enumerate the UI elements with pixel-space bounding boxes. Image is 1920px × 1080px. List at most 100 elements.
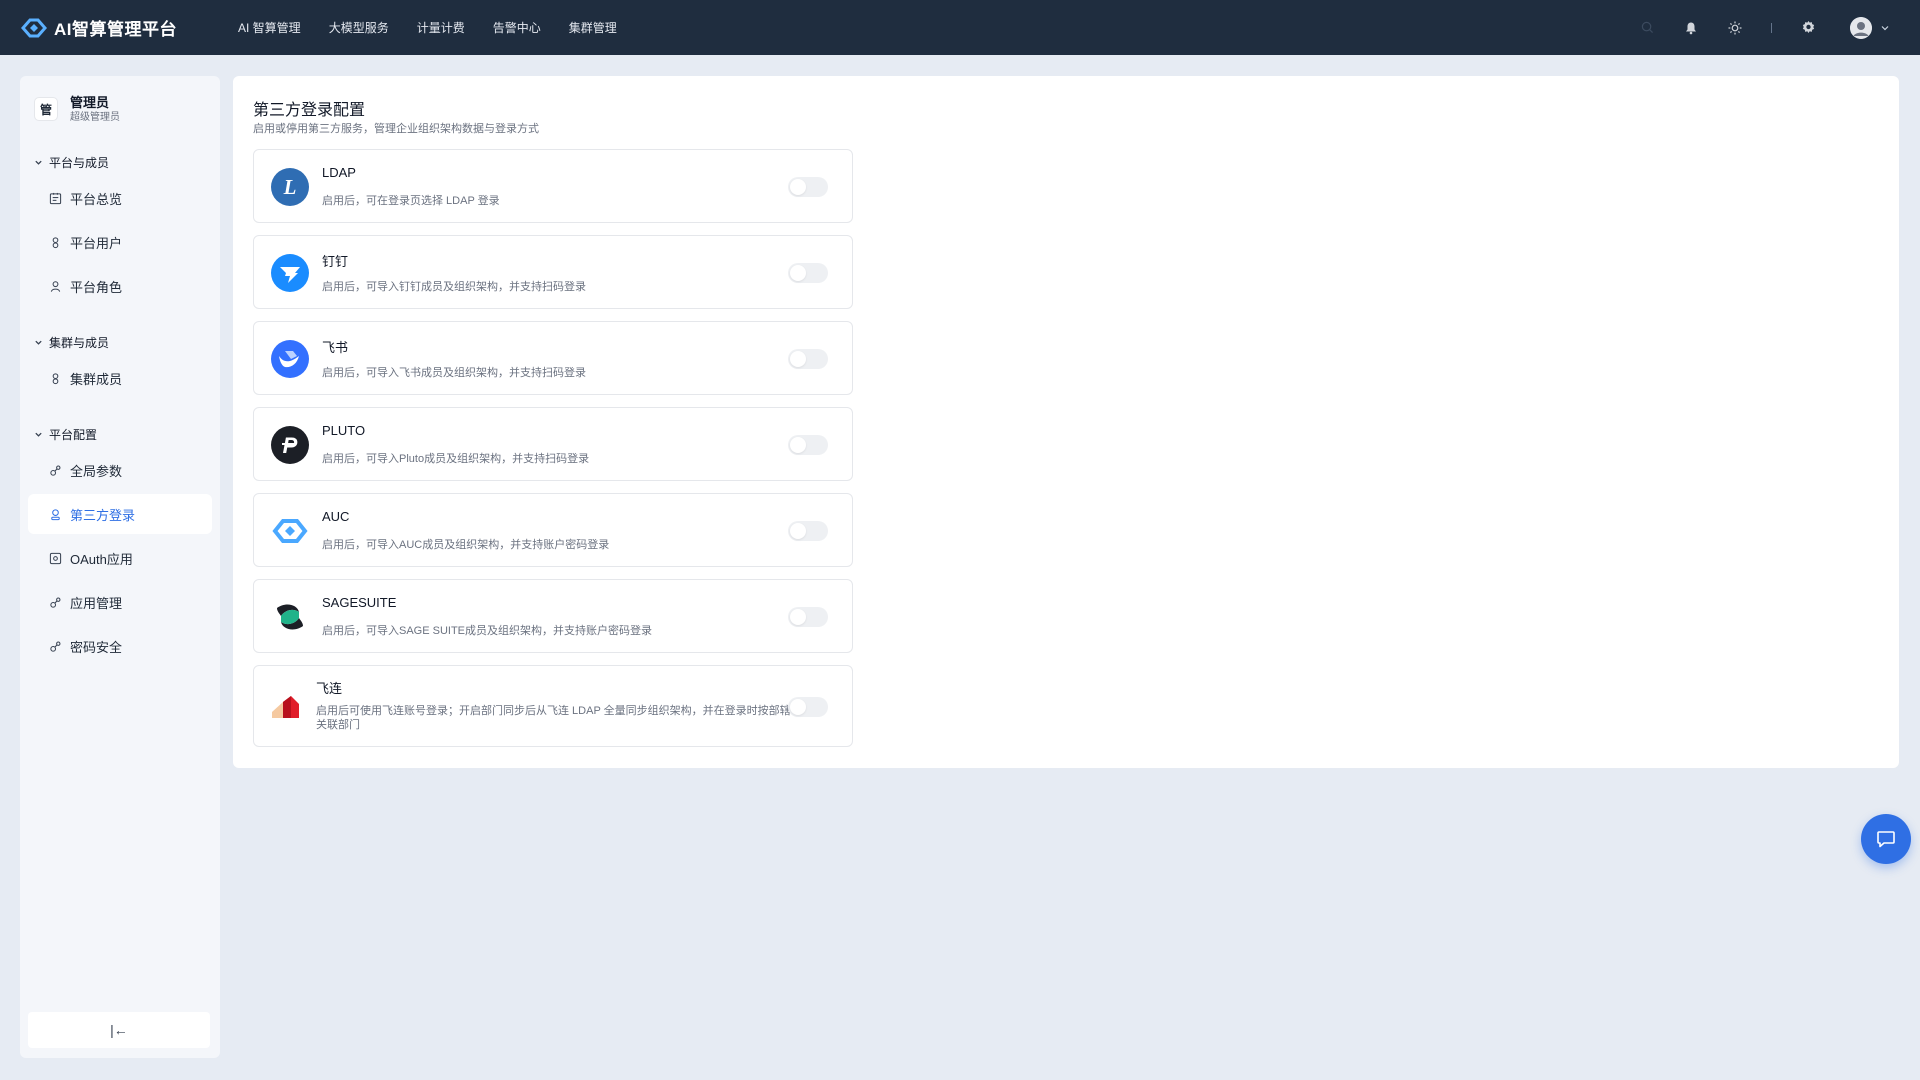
settings-icon bbox=[48, 595, 62, 609]
chevron-down-icon bbox=[35, 160, 42, 165]
topbar-actions bbox=[1611, 0, 1890, 55]
sidebar-item-third-party-login[interactable]: 第三方登录 bbox=[28, 494, 212, 534]
group-label: 平台配置 bbox=[49, 427, 98, 442]
sidebar-item-global-params[interactable]: 全局参数 bbox=[28, 450, 212, 490]
sagesuite-toggle[interactable] bbox=[788, 607, 828, 627]
gear-icon[interactable] bbox=[1800, 20, 1816, 36]
page-title: 第三方登录配置 bbox=[253, 102, 366, 119]
topnav-alert-center[interactable]: 告警中心 bbox=[493, 19, 541, 36]
feishu-logo-icon bbox=[271, 340, 309, 378]
user-icon bbox=[48, 235, 62, 249]
provider-desc: 启用后，可在登录页选择 LDAP 登录 bbox=[322, 195, 500, 207]
dingtalk-logo-icon bbox=[271, 254, 309, 292]
ldap-toggle[interactable] bbox=[788, 177, 828, 197]
provider-card-sagesuite: SAGESUITE 启用后，可导入SAGE SUITE成员及组织架构，并支持账户… bbox=[253, 579, 853, 653]
topnav-cluster[interactable]: 集群管理 bbox=[569, 19, 617, 36]
sidebar-item-app-management[interactable]: 应用管理 bbox=[28, 582, 212, 622]
feilian-logo-icon bbox=[272, 696, 299, 718]
sidebar-group-platform-config[interactable]: 平台配置 bbox=[20, 424, 220, 444]
sidebar-item-platform-users[interactable]: 平台用户 bbox=[28, 222, 212, 262]
settings-icon bbox=[48, 463, 62, 477]
feishu-toggle[interactable] bbox=[788, 349, 828, 369]
sidebar-item-label: OAuth应用 bbox=[70, 551, 133, 567]
pluto-toggle[interactable] bbox=[788, 435, 828, 455]
group-label: 平台与成员 bbox=[49, 155, 110, 170]
ldap-logo-icon: L bbox=[271, 168, 309, 206]
pluto-logo-icon: P bbox=[271, 426, 309, 464]
sidebar-item-label: 第三方登录 bbox=[70, 507, 136, 523]
chevron-down-icon bbox=[35, 340, 42, 345]
collapse-sidebar-button[interactable]: |← bbox=[28, 1012, 210, 1048]
sidebar-group-platform-members[interactable]: 平台与成员 bbox=[20, 152, 220, 172]
provider-name: 飞书 bbox=[322, 340, 349, 355]
top-bar: AI智算管理平台 AI 智算管理 大模型服务 计量计费 告警中心 集群管理 bbox=[0, 0, 1920, 55]
provider-card-feishu: 飞书 启用后，可导入飞书成员及组织架构，并支持扫码登录 bbox=[253, 321, 853, 395]
user-icon bbox=[48, 371, 62, 385]
topnav-llm-service[interactable]: 大模型服务 bbox=[329, 19, 389, 36]
sidebar-item-cluster-members[interactable]: 集群成员 bbox=[28, 358, 212, 398]
login-icon bbox=[48, 507, 62, 521]
role-icon bbox=[48, 279, 62, 293]
provider-name: AUC bbox=[322, 509, 350, 524]
topnav-ai-compute[interactable]: AI 智算管理 bbox=[238, 19, 301, 36]
svg-text:L: L bbox=[283, 175, 297, 199]
sidebar-group-cluster-members[interactable]: 集群与成员 bbox=[20, 332, 220, 352]
provider-name: SAGESUITE bbox=[322, 595, 397, 610]
admin-avatar: 管 bbox=[34, 97, 58, 121]
search-icon[interactable] bbox=[1639, 20, 1655, 36]
chat-button[interactable] bbox=[1861, 814, 1911, 864]
provider-desc: 启用后，可导入Pluto成员及组织架构，并支持扫码登录 bbox=[322, 453, 590, 465]
dingtalk-toggle[interactable] bbox=[788, 263, 828, 283]
svg-text:P: P bbox=[283, 433, 298, 458]
sidebar-item-label: 集群成员 bbox=[70, 371, 123, 387]
topnav-billing[interactable]: 计量计费 bbox=[417, 19, 465, 36]
provider-name: 飞连 bbox=[316, 681, 343, 696]
sidebar-item-label: 全局参数 bbox=[70, 463, 123, 479]
avatar[interactable] bbox=[1850, 16, 1872, 39]
settings-icon bbox=[48, 639, 62, 653]
sidebar-item-label: 密码安全 bbox=[70, 639, 123, 655]
sidebar-item-label: 平台角色 bbox=[70, 279, 123, 295]
feilian-toggle[interactable] bbox=[788, 697, 828, 717]
sagesuite-logo-icon bbox=[277, 604, 303, 630]
bell-icon[interactable] bbox=[1683, 20, 1699, 36]
sidebar-item-password-security[interactable]: 密码安全 bbox=[28, 626, 212, 666]
provider-name: PLUTO bbox=[322, 423, 366, 438]
provider-desc: 启用后可使用飞连账号登录；开启部门同步后从飞连 LDAP 全量同步组织架构，并在… bbox=[316, 705, 791, 731]
provider-name: 钉钉 bbox=[322, 254, 349, 269]
sun-icon[interactable] bbox=[1727, 20, 1743, 36]
chevron-down-icon bbox=[35, 432, 42, 437]
collapse-icon: |← bbox=[110, 1022, 128, 1038]
page-subtitle: 启用或停用第三方服务，管理企业组织架构数据与登录方式 bbox=[253, 123, 539, 135]
provider-name: LDAP bbox=[322, 165, 356, 180]
provider-desc: 启用后，可导入AUC成员及组织架构，并支持账户密码登录 bbox=[322, 539, 610, 551]
sidebar-item-oauth-apps[interactable]: OAuth应用 bbox=[28, 538, 212, 578]
brand[interactable]: AI智算管理平台 bbox=[20, 15, 200, 40]
sidebar-item-label: 平台用户 bbox=[70, 235, 123, 251]
app-title: AI智算管理平台 bbox=[54, 20, 177, 39]
top-nav: AI 智算管理 大模型服务 计量计费 告警中心 集群管理 bbox=[238, 19, 645, 36]
provider-card-feilian: 飞连 启用后可使用飞连账号登录；开启部门同步后从飞连 LDAP 全量同步组织架构… bbox=[253, 665, 853, 747]
provider-card-dingtalk: 钉钉 启用后，可导入钉钉成员及组织架构，并支持扫码登录 bbox=[253, 235, 853, 309]
oauth-icon bbox=[48, 551, 62, 565]
chevron-down-icon[interactable] bbox=[1880, 23, 1890, 33]
provider-desc: 启用后，可导入飞书成员及组织架构，并支持扫码登录 bbox=[322, 367, 586, 379]
sidebar-item-platform-roles[interactable]: 平台角色 bbox=[28, 266, 212, 306]
overview-icon bbox=[48, 191, 62, 205]
brand-logo-icon bbox=[21, 18, 47, 37]
admin-name: 管理员 bbox=[70, 94, 110, 110]
admin-role: 超级管理员 bbox=[70, 111, 120, 123]
provider-desc: 启用后，可导入SAGE SUITE成员及组织架构，并支持账户密码登录 bbox=[322, 625, 653, 637]
group-label: 集群与成员 bbox=[49, 335, 110, 350]
auc-toggle[interactable] bbox=[788, 521, 828, 541]
auc-logo-icon bbox=[272, 519, 308, 543]
provider-card-pluto: P PLUTO 启用后，可导入Pluto成员及组织架构，并支持扫码登录 bbox=[253, 407, 853, 481]
provider-card-ldap: L LDAP 启用后，可在登录页选择 LDAP 登录 bbox=[253, 149, 853, 223]
main-panel: 第三方登录配置 启用或停用第三方服务，管理企业组织架构数据与登录方式 L LDA… bbox=[233, 76, 1899, 768]
sidebar-item-label: 应用管理 bbox=[70, 595, 123, 611]
sidebar: 管 管理员 超级管理员 平台与成员 平台总览 平台用户 平台角色 集群与成员 集… bbox=[20, 76, 220, 1058]
sidebar-item-label: 平台总览 bbox=[70, 191, 123, 207]
provider-desc: 启用后，可导入钉钉成员及组织架构，并支持扫码登录 bbox=[322, 281, 586, 293]
admin-card: 管 管理员 超级管理员 bbox=[20, 76, 220, 126]
sidebar-item-platform-overview[interactable]: 平台总览 bbox=[28, 178, 212, 218]
